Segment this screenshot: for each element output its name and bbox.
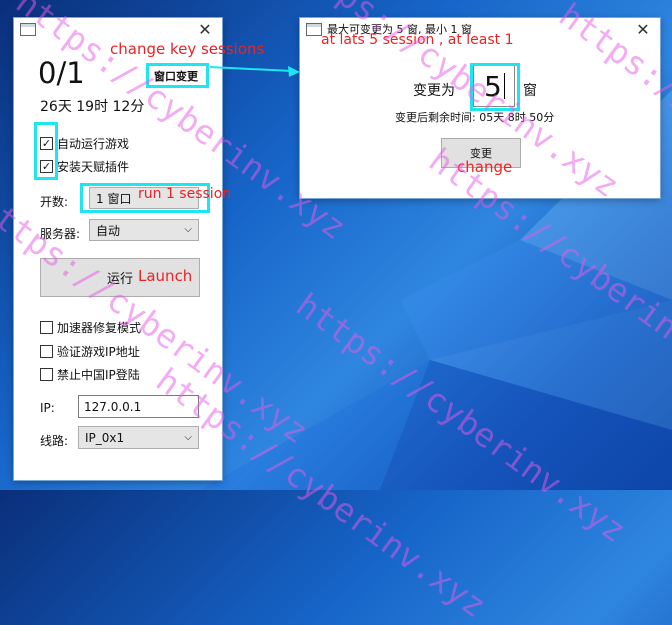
annotation-run-1-session: run 1 session [138,186,232,202]
annotation-launch: Launch [138,267,193,285]
annotation-change: change [457,158,513,176]
arrow-annotation [209,66,300,77]
annotation-at-least: at lats 5 session , at least 1 [321,32,514,48]
annotation-change-key-sessions: change key sessions [110,40,265,58]
